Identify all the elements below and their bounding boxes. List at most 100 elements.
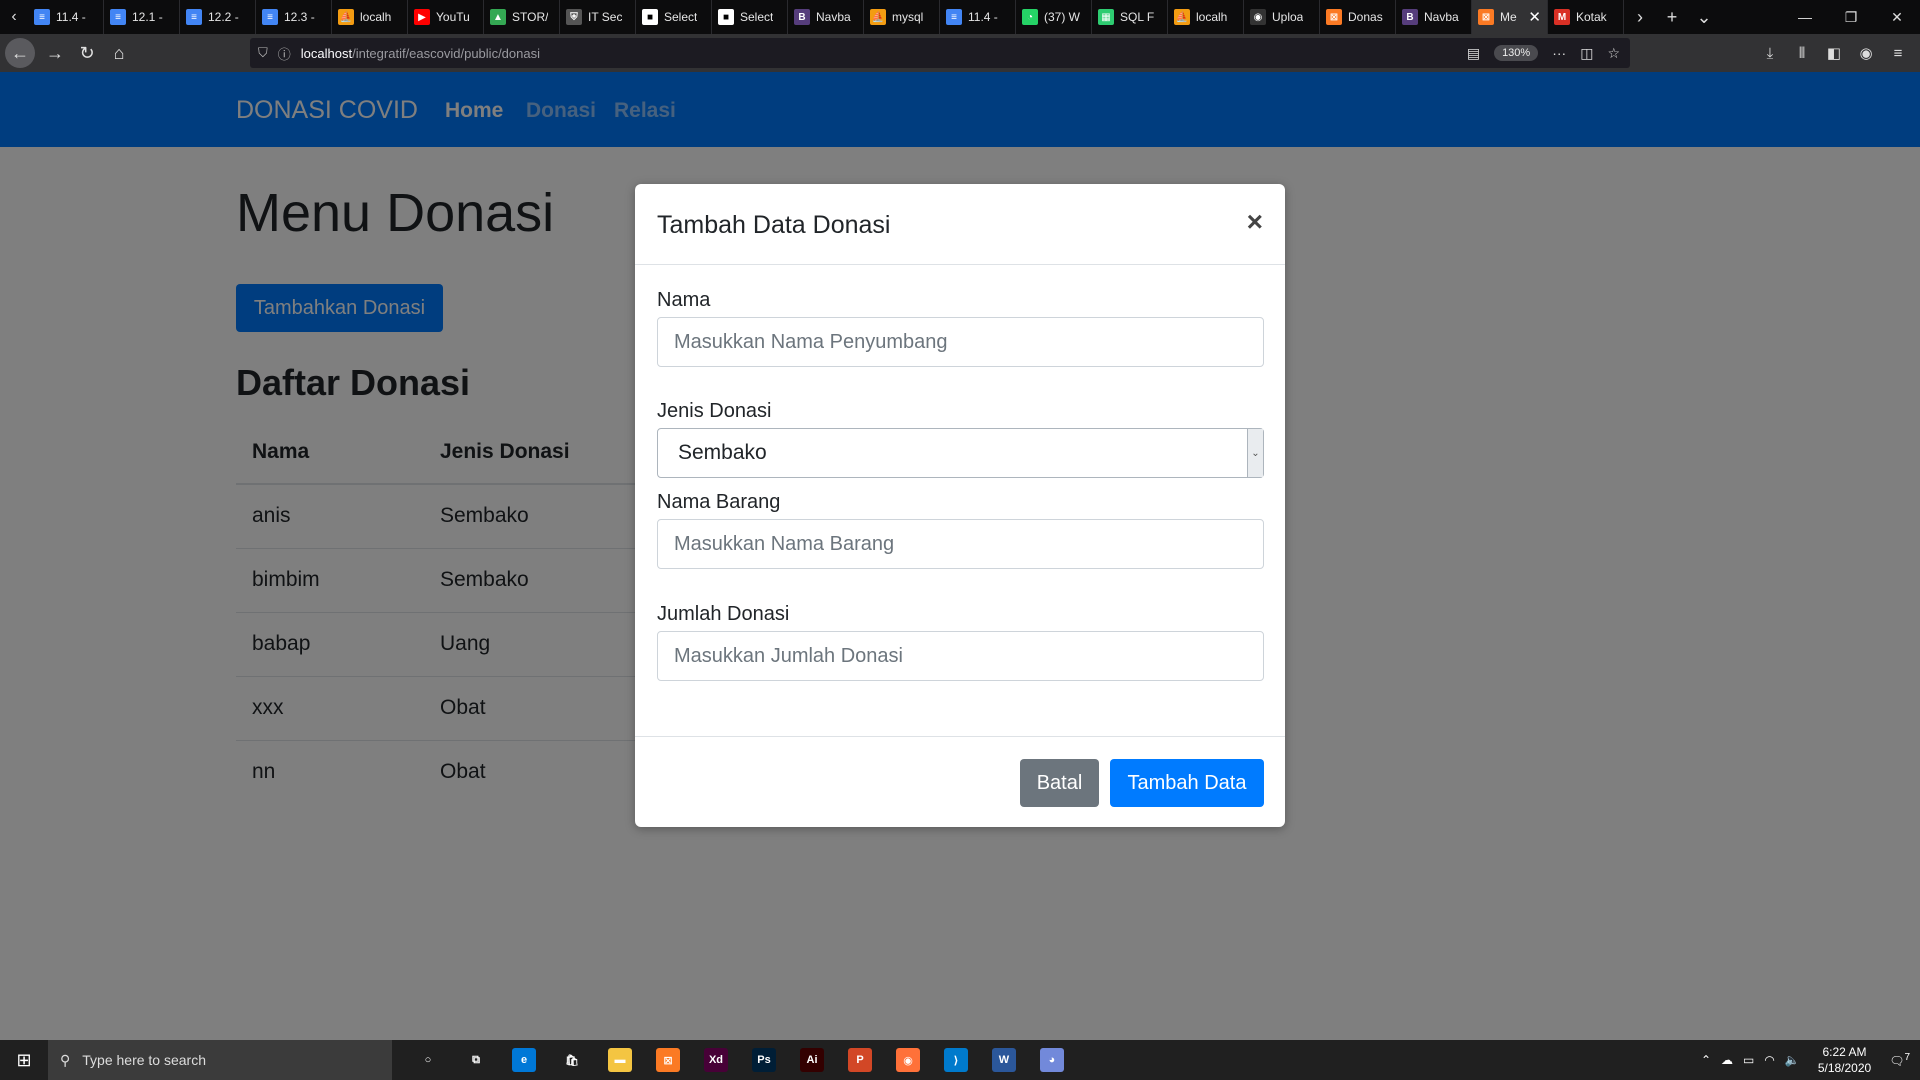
modal-backdrop[interactable]: Tambah Data Donasi × Nama Masukkan Nama …: [0, 72, 1920, 1040]
chevron-down-icon: ⌄: [1247, 429, 1263, 477]
browser-tab[interactable]: ≡ 11.4 -: [28, 0, 104, 34]
browser-tab[interactable]: B Navba: [1396, 0, 1472, 34]
browser-tab[interactable]: ≡ 12.3 -: [256, 0, 332, 34]
word-icon[interactable]: W: [980, 1040, 1028, 1080]
menu-icon[interactable]: ≡: [1884, 45, 1912, 62]
nama-input[interactable]: Masukkan Nama Penyumbang: [657, 317, 1264, 367]
wifi-icon[interactable]: ◠: [1764, 1053, 1774, 1067]
pocket-icon[interactable]: ◫: [1580, 45, 1593, 62]
submit-button[interactable]: Tambah Data: [1110, 759, 1264, 807]
tab-scroll-left-icon[interactable]: ‹: [0, 0, 28, 34]
nama-barang-input[interactable]: Masukkan Nama Barang: [657, 519, 1264, 569]
tab-title: Uploa: [1272, 10, 1304, 24]
close-window-icon[interactable]: ✕: [1874, 0, 1920, 34]
volume-icon[interactable]: 🔈: [1785, 1053, 1800, 1067]
task-view-icon[interactable]: ⧉: [452, 1040, 500, 1080]
close-icon[interactable]: ×: [1247, 208, 1263, 236]
close-tab-icon[interactable]: ✕: [1528, 8, 1541, 26]
cancel-button[interactable]: Batal: [1020, 759, 1099, 807]
forward-icon[interactable]: →: [39, 37, 71, 69]
list-all-tabs-icon[interactable]: ⌄: [1688, 7, 1720, 28]
minimize-icon[interactable]: —: [1782, 0, 1828, 34]
tab-title: Select: [740, 10, 774, 24]
modal-body: Nama Masukkan Nama Penyumbang Jenis Dona…: [635, 265, 1285, 745]
powerpoint-icon[interactable]: P: [836, 1040, 884, 1080]
windows-taskbar: ⊞ ⚲ Type here to search ○ ⧉ e 🛍 ▬ ⊠ Xd Ps Ai P ◉ ⟩ W…: [0, 1040, 1920, 1080]
store-icon[interactable]: 🛍: [548, 1040, 596, 1080]
tab-favicon-icon: ≡: [262, 9, 278, 25]
word-icon-glyph: W: [992, 1048, 1016, 1072]
tab-title: (37) W: [1044, 10, 1080, 24]
taskbar-search[interactable]: ⚲ Type here to search: [48, 1040, 392, 1080]
tab-favicon-icon: ■: [642, 9, 658, 25]
account-icon[interactable]: ◉: [1852, 44, 1880, 62]
browser-tab[interactable]: ⛵ localh: [332, 0, 408, 34]
battery-icon[interactable]: ▭: [1743, 1053, 1754, 1067]
onedrive-icon[interactable]: ☁: [1721, 1053, 1733, 1067]
url-bar[interactable]: ⛉ ⓘ localhost/integratif/eascovid/public…: [250, 38, 1630, 68]
edge-icon[interactable]: e: [500, 1040, 548, 1080]
browser-tab[interactable]: ▲ STOR/: [484, 0, 560, 34]
restore-icon[interactable]: ❐: [1828, 0, 1874, 34]
browser-tab[interactable]: ⛵ localh: [1168, 0, 1244, 34]
library-icon[interactable]: ⫴: [1788, 45, 1816, 62]
new-tab-icon[interactable]: +: [1656, 7, 1688, 28]
reload-icon[interactable]: ↻: [71, 37, 103, 69]
browser-tab[interactable]: ▦ SQL F: [1092, 0, 1168, 34]
jenis-donasi-selected: Sembako: [678, 441, 767, 464]
cortana-icon[interactable]: ○: [404, 1040, 452, 1080]
tab-title: Navba: [816, 10, 851, 24]
sidebar-icon[interactable]: ◧: [1820, 44, 1848, 62]
jumlah-donasi-input[interactable]: Masukkan Jumlah Donasi: [657, 631, 1264, 681]
discord-icon[interactable]: ◕: [1028, 1040, 1076, 1080]
tab-title: Kotak: [1576, 10, 1607, 24]
tab-favicon-icon: B: [1402, 9, 1418, 25]
show-hidden-icons-icon[interactable]: ⌃: [1701, 1053, 1711, 1067]
illustrator-icon[interactable]: Ai: [788, 1040, 836, 1080]
powerpoint-icon-glyph: P: [848, 1048, 872, 1072]
discord-icon-glyph: ◕: [1040, 1048, 1064, 1072]
tab-title: localh: [360, 10, 392, 24]
taskbar-search-placeholder: Type here to search: [82, 1052, 207, 1068]
browser-tab[interactable]: ⊠ Donas: [1320, 0, 1396, 34]
downloads-icon[interactable]: ⤓: [1756, 45, 1784, 62]
zoom-level[interactable]: 130%: [1494, 45, 1539, 61]
vscode-icon[interactable]: ⟩: [932, 1040, 980, 1080]
bookmark-star-icon[interactable]: ☆: [1607, 45, 1620, 62]
browser-tab[interactable]: ⊠ Me ✕: [1472, 0, 1548, 34]
windows-start-icon[interactable]: ⊞: [0, 1040, 48, 1080]
notification-center-icon[interactable]: 🗨7: [1889, 1052, 1910, 1068]
browser-tab-strip: ‹ ≡ 11.4 - ≡ 12.1 - ≡ 12.2 - ≡ 12.3 - ⛵ localh ▶ Yo…: [0, 0, 1920, 34]
browser-tab[interactable]: ⛨ IT Sec: [560, 0, 636, 34]
browser-tab[interactable]: B Navba: [788, 0, 864, 34]
xampp-icon[interactable]: ⊠: [644, 1040, 692, 1080]
site-info-icon[interactable]: ⓘ: [278, 44, 291, 63]
reader-view-icon[interactable]: ▤: [1467, 45, 1480, 62]
tab-title: Donas: [1348, 10, 1383, 24]
browser-tab[interactable]: ≡ 11.4 -: [940, 0, 1016, 34]
back-icon[interactable]: ←: [5, 38, 35, 68]
file-explorer-icon[interactable]: ▬: [596, 1040, 644, 1080]
tab-scroll-right-icon[interactable]: ›: [1624, 7, 1656, 28]
browser-tab[interactable]: ≡ 12.1 -: [104, 0, 180, 34]
browser-tab[interactable]: M Kotak: [1548, 0, 1624, 34]
home-icon[interactable]: ⌂: [103, 37, 135, 69]
browser-tab[interactable]: ■ Select: [636, 0, 712, 34]
browser-tab[interactable]: ▶ YouTu: [408, 0, 484, 34]
tracking-protection-icon[interactable]: ⛉: [258, 45, 268, 61]
clock[interactable]: 6:22 AM 5/18/2020: [1818, 1044, 1871, 1076]
browser-tab[interactable]: ■ Select: [712, 0, 788, 34]
tab-favicon-icon: ▶: [414, 9, 430, 25]
browser-tab[interactable]: ⛵ mysql: [864, 0, 940, 34]
firefox-icon[interactable]: ◉: [884, 1040, 932, 1080]
browser-tab[interactable]: ◔ (37) W: [1016, 0, 1092, 34]
browser-tab[interactable]: ◉ Uploa: [1244, 0, 1320, 34]
photoshop-icon[interactable]: Ps: [740, 1040, 788, 1080]
jenis-donasi-select[interactable]: Sembako ⌄: [657, 428, 1264, 478]
browser-tab[interactable]: ≡ 12.2 -: [180, 0, 256, 34]
page-actions-icon[interactable]: ···: [1552, 45, 1566, 61]
file-explorer-icon-glyph: ▬: [608, 1048, 632, 1072]
tab-favicon-icon: ⛵: [1174, 9, 1190, 25]
tab-title: mysql: [892, 10, 924, 24]
xd-icon[interactable]: Xd: [692, 1040, 740, 1080]
